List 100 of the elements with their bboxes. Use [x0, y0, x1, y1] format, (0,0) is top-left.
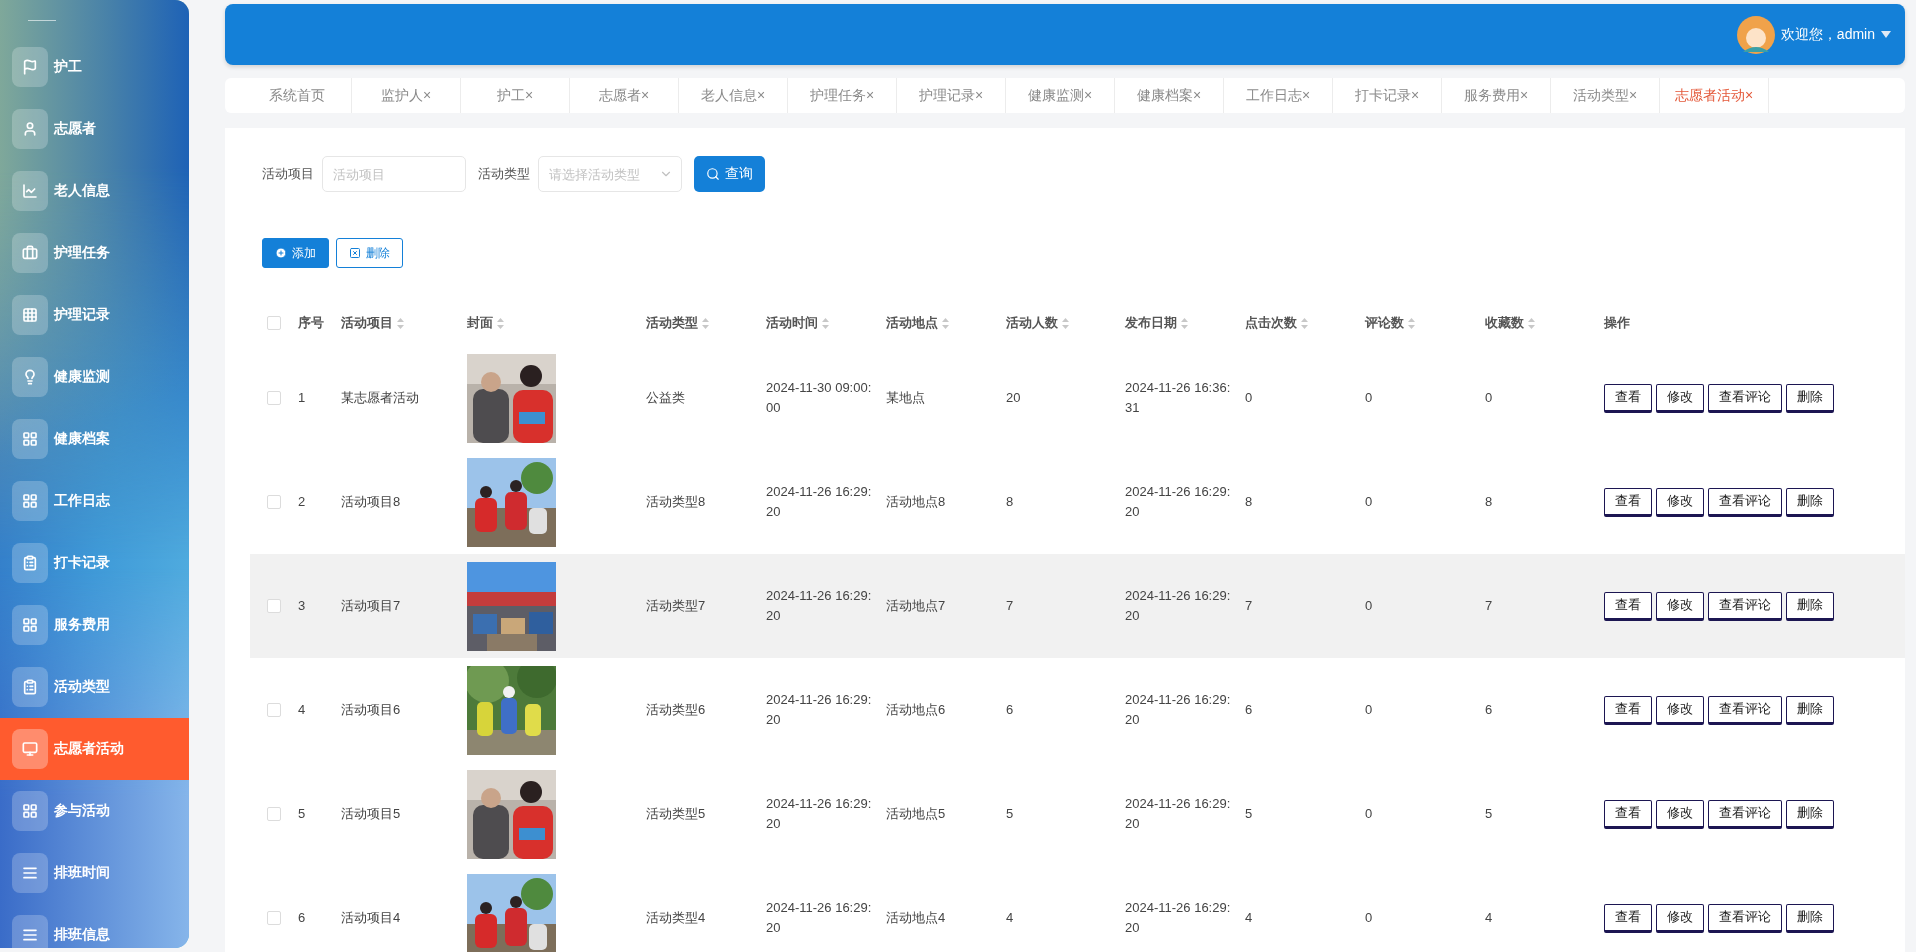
sidebar-item[interactable]: 参与活动: [0, 780, 189, 842]
row-action-button[interactable]: 查看: [1604, 903, 1652, 933]
row-action-button[interactable]: 修改: [1656, 695, 1704, 725]
row-action-button[interactable]: 查看评论: [1708, 591, 1782, 621]
tab[interactable]: 系统首页: [243, 78, 352, 113]
activity-time: 2024-11-26 16:29:20: [766, 691, 873, 729]
row-action-button[interactable]: 修改: [1656, 383, 1704, 413]
sidebar-item[interactable]: 健康档案: [0, 408, 189, 470]
avatar-icon[interactable]: [1736, 15, 1775, 54]
row-number: 1: [298, 389, 307, 407]
publish-date: 2024-11-26 16:29:20: [1125, 899, 1232, 937]
tab[interactable]: 服务费用×: [1442, 78, 1551, 113]
activity-time: 2024-11-30 09:00:00: [766, 379, 873, 417]
checkbox[interactable]: [267, 316, 281, 330]
activity-time: 2024-11-26 16:29:20: [766, 587, 873, 625]
tab[interactable]: 打卡记录×: [1333, 78, 1442, 113]
tab[interactable]: 志愿者×: [570, 78, 679, 113]
row-action-button[interactable]: 查看: [1604, 591, 1652, 621]
tab[interactable]: 监护人×: [352, 78, 461, 113]
row-action-button[interactable]: 删除: [1786, 487, 1834, 517]
sidebar-item[interactable]: 护工: [0, 36, 189, 98]
row-action-button[interactable]: 删除: [1786, 799, 1834, 829]
column-header: 活动项目: [341, 314, 393, 332]
tab[interactable]: 健康档案×: [1115, 78, 1224, 113]
activity-location: 活动地点4: [886, 909, 947, 927]
checkbox[interactable]: [267, 495, 281, 509]
row-action-button[interactable]: 查看评论: [1708, 799, 1782, 829]
menu-icon: [12, 295, 48, 335]
row-action-button[interactable]: 修改: [1656, 799, 1704, 829]
sort-icon[interactable]: [397, 317, 404, 329]
sort-icon[interactable]: [702, 317, 709, 329]
sidebar-item[interactable]: 护理记录: [0, 284, 189, 346]
input-field[interactable]: 活动项目: [322, 156, 466, 192]
publish-date: 2024-11-26 16:36:31: [1125, 379, 1232, 417]
tab[interactable]: 护理记录×: [897, 78, 1006, 113]
sidebar-item[interactable]: 排班时间: [0, 842, 189, 904]
tab[interactable]: 老人信息×: [679, 78, 788, 113]
sort-icon[interactable]: [497, 317, 504, 329]
row-action-button[interactable]: 查看: [1604, 487, 1652, 517]
menu-icon: [12, 171, 48, 211]
sort-icon[interactable]: [822, 317, 829, 329]
row-action-button[interactable]: 删除: [1786, 695, 1834, 725]
checkbox[interactable]: [267, 703, 281, 717]
checkbox[interactable]: [267, 911, 281, 925]
sidebar-item[interactable]: 排班信息: [0, 904, 189, 948]
row-action-button[interactable]: 查看评论: [1708, 695, 1782, 725]
activity-type: 活动类型5: [646, 805, 707, 823]
tab[interactable]: 健康监测×: [1006, 78, 1115, 113]
sidebar-item[interactable]: 老人信息: [0, 160, 189, 222]
tab[interactable]: 护理任务×: [788, 78, 897, 113]
row-action-button[interactable]: 查看评论: [1708, 487, 1782, 517]
tab[interactable]: 志愿者活动×: [1660, 78, 1769, 113]
field-label: 活动项目: [262, 165, 314, 183]
sidebar-item[interactable]: 志愿者: [0, 98, 189, 160]
row-action-button[interactable]: 查看: [1604, 799, 1652, 829]
column-header: 操作: [1604, 314, 1630, 332]
row-action-button[interactable]: 删除: [1786, 591, 1834, 621]
sort-icon[interactable]: [1062, 317, 1069, 329]
caret-icon[interactable]: [1881, 31, 1891, 38]
comment-count: 0: [1365, 493, 1374, 511]
row-action-button[interactable]: 查看: [1604, 695, 1652, 725]
add-button[interactable]: 添加: [262, 238, 329, 268]
row-action-button[interactable]: 查看评论: [1708, 383, 1782, 413]
sidebar-item[interactable]: 活动类型: [0, 656, 189, 718]
column-header: 活动地点: [886, 314, 938, 332]
delete-button[interactable]: 删除: [336, 238, 403, 268]
sort-icon[interactable]: [1181, 317, 1188, 329]
menu-icon: [12, 47, 48, 87]
row-action-button[interactable]: 修改: [1656, 903, 1704, 933]
row-action-button[interactable]: 删除: [1786, 903, 1834, 933]
sort-icon[interactable]: [1408, 317, 1415, 329]
select-field[interactable]: 请选择活动类型: [538, 156, 682, 192]
row-action-button[interactable]: 查看: [1604, 383, 1652, 413]
sort-icon[interactable]: [942, 317, 949, 329]
row-action-button[interactable]: 修改: [1656, 487, 1704, 517]
participant-count: 20: [1006, 389, 1022, 407]
sidebar-item[interactable]: 护理任务: [0, 222, 189, 284]
sidebar-item[interactable]: 工作日志: [0, 470, 189, 532]
checkbox[interactable]: [267, 807, 281, 821]
activity-name: 活动项目4: [341, 909, 402, 927]
column-header: 发布日期: [1125, 314, 1177, 332]
user-greeting[interactable]: 欢迎您，admin: [1780, 25, 1875, 44]
close-icon: [349, 247, 361, 259]
search-button[interactable]: 查询: [694, 156, 765, 192]
sort-icon[interactable]: [1528, 317, 1535, 329]
sidebar-item[interactable]: 服务费用: [0, 594, 189, 656]
publish-date: 2024-11-26 16:29:20: [1125, 587, 1232, 625]
table-row[interactable]: 3 活动项目7 活动类型7 2024-11-26 16:29:20 活动地点7 7 2024-11-26 16:29:20 7 0 7 查看 修改 查看评论 删除: [250, 554, 1905, 658]
sidebar-item[interactable]: 志愿者活动: [0, 718, 189, 780]
checkbox[interactable]: [267, 599, 281, 613]
row-action-button[interactable]: 修改: [1656, 591, 1704, 621]
tab[interactable]: 工作日志×: [1224, 78, 1333, 113]
sidebar-item[interactable]: 健康监测: [0, 346, 189, 408]
row-action-button[interactable]: 查看评论: [1708, 903, 1782, 933]
checkbox[interactable]: [267, 391, 281, 405]
sidebar-item[interactable]: 打卡记录: [0, 532, 189, 594]
tab[interactable]: 活动类型×: [1551, 78, 1660, 113]
row-action-button[interactable]: 删除: [1786, 383, 1834, 413]
tab[interactable]: 护工×: [461, 78, 570, 113]
sort-icon[interactable]: [1301, 317, 1308, 329]
